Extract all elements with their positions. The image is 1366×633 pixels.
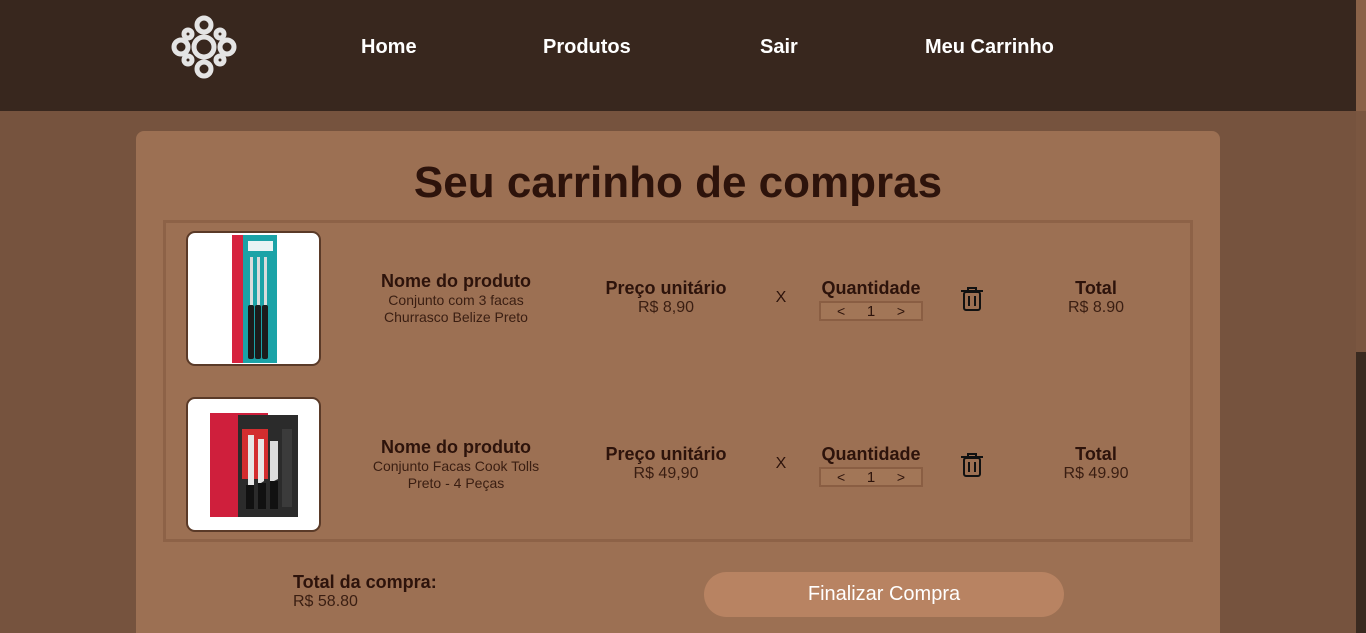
checkout-button[interactable]: Finalizar Compra <box>704 572 1064 617</box>
grand-total-value: R$ 58.80 <box>293 593 358 610</box>
quantity-stepper[interactable]: < 1 > <box>819 467 923 487</box>
product-image <box>186 397 321 532</box>
decrease-button[interactable]: < <box>837 469 845 485</box>
cart-item-row: Nome do produto Conjunto com 3 facas Chu… <box>166 231 1190 367</box>
brand-logo-icon[interactable] <box>170 14 238 80</box>
product-image <box>186 231 321 366</box>
item-total-value: R$ 8.90 <box>1067 299 1125 316</box>
scrollbar-upper[interactable] <box>1356 0 1366 111</box>
quantity-stepper[interactable]: < 1 > <box>819 301 923 321</box>
top-navbar: Home Produtos Sair Meu Carrinho <box>0 0 1356 111</box>
quantity-header: Quantidade <box>821 444 921 464</box>
decrease-button[interactable]: < <box>837 303 845 319</box>
nav-logout-link[interactable]: Sair <box>760 36 798 59</box>
grand-total-label: Total da compra: <box>293 572 437 592</box>
nav-cart-link[interactable]: Meu Carrinho <box>925 36 1054 59</box>
product-name-line: Conjunto Facas Cook Tolls <box>372 458 540 474</box>
unit-price-value: R$ 8,90 <box>637 299 695 316</box>
quantity-header: Quantidade <box>821 278 921 298</box>
product-name-line: Churrasco Belize Preto <box>384 309 528 325</box>
item-total-value: R$ 49.90 <box>1063 465 1129 482</box>
increase-button[interactable]: > <box>897 303 905 319</box>
times-symbol: X <box>775 289 787 306</box>
scrollbar-thumb[interactable] <box>1356 352 1366 633</box>
quantity-value: 1 <box>866 468 876 486</box>
nav-products-link[interactable]: Produtos <box>543 36 631 59</box>
unit-price-header: Preço unitário <box>605 444 727 464</box>
product-name-line: Conjunto com 3 facas <box>388 292 524 308</box>
unit-price-value: R$ 49,90 <box>633 465 699 482</box>
product-name-header: Nome do produto <box>381 271 531 291</box>
nav-home-link[interactable]: Home <box>361 36 417 59</box>
quantity-value: 1 <box>866 302 876 320</box>
product-name-header: Nome do produto <box>381 437 531 457</box>
times-symbol: X <box>775 455 787 472</box>
total-header: Total <box>1075 278 1117 298</box>
trash-icon[interactable] <box>960 452 984 478</box>
total-header: Total <box>1075 444 1117 464</box>
cart-items-list: Nome do produto Conjunto com 3 facas Chu… <box>163 220 1193 542</box>
trash-icon[interactable] <box>960 286 984 312</box>
increase-button[interactable]: > <box>897 469 905 485</box>
cart-panel: Seu carrinho de compras Nome do produto <box>136 131 1220 633</box>
unit-price-header: Preço unitário <box>605 278 727 298</box>
grand-total: Total da compra: R$ 58.80 <box>293 572 437 611</box>
page-title: Seu carrinho de compras <box>413 158 943 207</box>
cart-item-row: Nome do produto Conjunto Facas Cook Toll… <box>166 397 1190 533</box>
product-name-line: Preto - 4 Peças <box>407 475 505 491</box>
